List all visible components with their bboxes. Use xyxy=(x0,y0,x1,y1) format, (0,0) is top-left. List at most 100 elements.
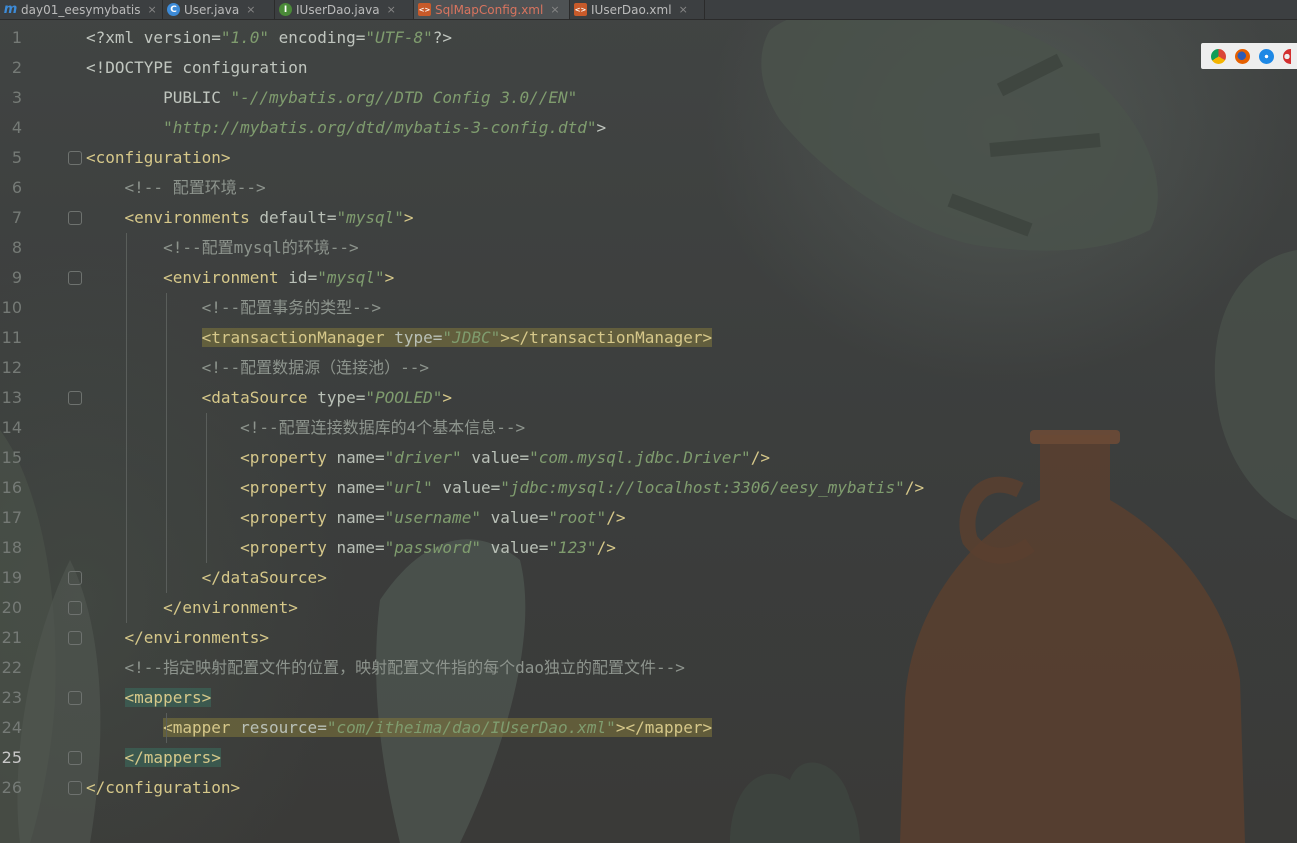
code-line[interactable]: 24 <mapper resource="com/itheima/dao/IUs… xyxy=(0,713,1297,743)
indent-guide xyxy=(166,713,167,743)
code-line[interactable]: 9 <environment id="mysql"> xyxy=(0,263,1297,293)
code-editor[interactable]: 1 <?xml version="1.0" encoding="UTF-8"?> 2… xyxy=(0,23,1297,843)
close-icon[interactable]: × xyxy=(387,3,396,16)
code-line[interactable]: 15 <property name="driver" value="com.my… xyxy=(0,443,1297,473)
fold-marker-icon[interactable] xyxy=(68,691,82,705)
close-icon[interactable]: × xyxy=(679,3,688,16)
code-text: <transactionManager type="JDBC"></transa… xyxy=(86,323,713,353)
code-line[interactable]: 26 </configuration> xyxy=(0,773,1297,803)
code-token: name= xyxy=(336,448,385,467)
code-token: <transactionManager xyxy=(201,328,395,347)
code-text: PUBLIC "-//mybatis.org//DTD Config 3.0//… xyxy=(86,83,577,113)
fold-marker-icon[interactable] xyxy=(68,631,82,645)
line-number: 26 xyxy=(1,778,22,797)
fold-marker-icon[interactable] xyxy=(68,271,82,285)
code-token: value= xyxy=(480,508,549,527)
indent-guide xyxy=(166,293,167,593)
line-number: 6 xyxy=(11,178,22,197)
code-line[interactable]: 10 <!--配置事务的类型--> xyxy=(0,293,1297,323)
tab-sqlmapconfig-xml[interactable]: <> SqlMapConfig.xml × xyxy=(414,0,570,19)
code-token: <property xyxy=(240,538,337,557)
fold-marker-icon[interactable] xyxy=(68,151,82,165)
line-number: 9 xyxy=(11,268,22,287)
tab-label: day01_eesymybatis xyxy=(21,2,141,17)
code-line[interactable]: 19 </dataSource> xyxy=(0,563,1297,593)
code-line[interactable]: 3 PUBLIC "-//mybatis.org//DTD Config 3.0… xyxy=(0,83,1297,113)
fold-marker-icon[interactable] xyxy=(68,751,82,765)
code-line[interactable]: 4 "http://mybatis.org/dtd/mybatis-3-conf… xyxy=(0,113,1297,143)
code-token: "UTF-8" xyxy=(365,28,433,47)
code-token: resource= xyxy=(240,718,327,737)
code-token: <environments xyxy=(124,208,260,227)
code-token: ?> xyxy=(432,28,453,47)
code-line[interactable]: 1 <?xml version="1.0" encoding="UTF-8"?> xyxy=(0,23,1297,53)
tab-iuserdao-java[interactable]: I IUserDao.java × xyxy=(275,0,414,19)
code-text: </environments> xyxy=(86,623,270,653)
code-token: "url" xyxy=(384,478,433,497)
code-line[interactable]: 21 </environments> xyxy=(0,623,1297,653)
code-token: <!--配置连接数据库的4个基本信息--> xyxy=(240,418,526,437)
code-token: PUBLIC xyxy=(86,88,231,107)
line-number: 15 xyxy=(1,448,22,467)
code-line[interactable]: 6 <!-- 配置环境--> xyxy=(0,173,1297,203)
code-line[interactable]: 8 <!--配置mysql的环境--> xyxy=(0,233,1297,263)
line-number: 22 xyxy=(1,658,22,677)
code-token: default= xyxy=(259,208,337,227)
code-token: /> xyxy=(904,478,925,497)
code-text: <!--指定映射配置文件的位置，映射配置文件指的每个dao独立的配置文件--> xyxy=(86,653,685,683)
xml-file-icon: <> xyxy=(418,3,431,16)
fold-marker-icon[interactable] xyxy=(68,571,82,585)
code-text: <?xml version="1.0" encoding="UTF-8"?> xyxy=(86,23,452,53)
tab-iuserdao-xml[interactable]: <> IUserDao.xml × xyxy=(570,0,705,19)
line-number: 1 xyxy=(11,28,22,47)
code-line[interactable]: 17 <property name="username" value="root… xyxy=(0,503,1297,533)
code-token: name= xyxy=(336,478,385,497)
code-line[interactable]: 14 <!--配置连接数据库的4个基本信息--> xyxy=(0,413,1297,443)
fold-marker-icon[interactable] xyxy=(68,211,82,225)
tab-label: User.java xyxy=(184,2,240,17)
tab-user-java[interactable]: C User.java × xyxy=(163,0,275,19)
code-line[interactable]: 12 <!--配置数据源（连接池）--> xyxy=(0,353,1297,383)
code-line[interactable]: 20 </environment> xyxy=(0,593,1297,623)
code-line[interactable]: 13 <dataSource type="POOLED"> xyxy=(0,383,1297,413)
code-line[interactable]: 16 <property name="url" value="jdbc:mysq… xyxy=(0,473,1297,503)
code-token: value= xyxy=(461,448,530,467)
code-token: > xyxy=(442,388,453,407)
close-icon[interactable]: × xyxy=(148,3,157,16)
code-token: "username" xyxy=(384,508,481,527)
line-number: 5 xyxy=(11,148,22,167)
code-token: <property xyxy=(240,508,337,527)
code-token: > xyxy=(596,118,607,137)
tab-day01-eesymybatis[interactable]: m day01_eesymybatis × xyxy=(0,0,163,19)
code-line[interactable]: 25 </mappers> xyxy=(0,743,1297,773)
fold-marker-icon[interactable] xyxy=(68,601,82,615)
fold-marker-icon[interactable] xyxy=(68,781,82,795)
code-text: <environment id="mysql"> xyxy=(86,263,394,293)
interface-icon: I xyxy=(279,3,292,16)
code-token: <!--指定映射配置文件的位置，映射配置文件指的每个dao独立的配置文件--> xyxy=(124,658,685,677)
code-line[interactable]: 7 <environments default="mysql"> xyxy=(0,203,1297,233)
line-number: 8 xyxy=(11,238,22,257)
close-icon[interactable]: × xyxy=(550,3,559,16)
code-token: "JDBC" xyxy=(442,328,501,347)
code-line[interactable]: 18 <property name="password" value="123"… xyxy=(0,533,1297,563)
code-token: "root" xyxy=(548,508,607,527)
xml-file-icon: <> xyxy=(574,3,587,16)
code-line[interactable]: 2 <!DOCTYPE configuration xyxy=(0,53,1297,83)
line-number: 4 xyxy=(11,118,22,137)
code-line[interactable]: 5 <configuration> xyxy=(0,143,1297,173)
code-line[interactable]: 11 <transactionManager type="JDBC"></tra… xyxy=(0,323,1297,353)
code-line[interactable]: 22 <!--指定映射配置文件的位置，映射配置文件指的每个dao独立的配置文件-… xyxy=(0,653,1297,683)
code-line[interactable]: 23 <mappers> xyxy=(0,683,1297,713)
close-icon[interactable]: × xyxy=(246,3,255,16)
code-text: <!-- 配置环境--> xyxy=(86,173,266,203)
code-token: encoding= xyxy=(269,28,366,47)
class-icon: C xyxy=(167,3,180,16)
fold-marker-icon[interactable] xyxy=(68,391,82,405)
